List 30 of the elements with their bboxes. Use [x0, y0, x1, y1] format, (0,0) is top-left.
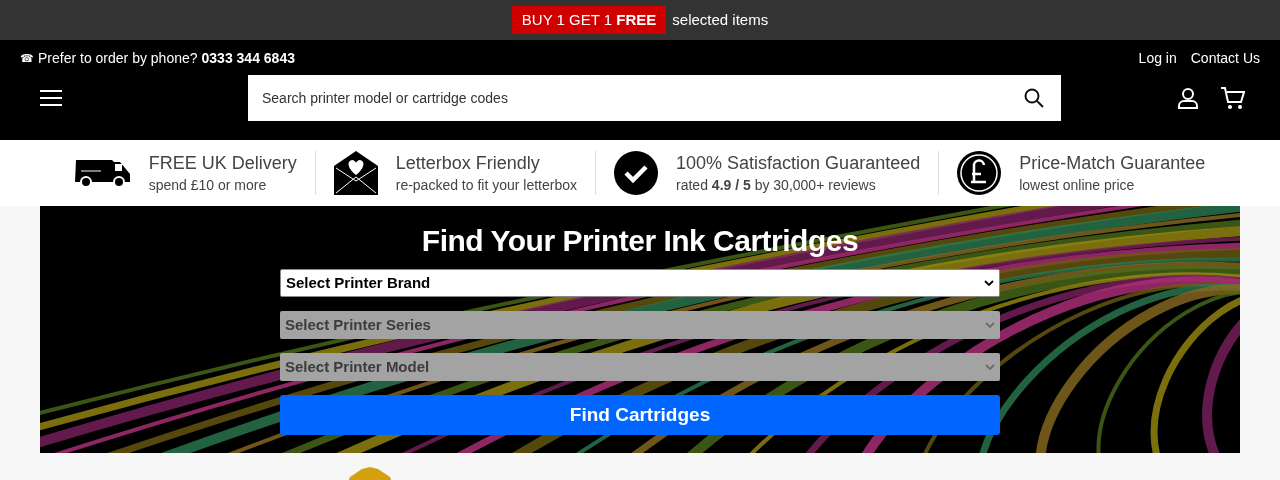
printer-dropdown[interactable]: Select Printer Brand: [280, 269, 1000, 297]
header-link[interactable]: Contact Us: [1190, 47, 1260, 69]
phone-number[interactable]: 0333 344 6843: [201, 47, 295, 69]
benefit-subtitle: spend £10 or more: [148, 176, 268, 195]
cart-icon[interactable]: [1221, 86, 1245, 110]
search-field[interactable]: Search printer model or cartridge codes: [248, 75, 1061, 121]
chevron-icon: [985, 363, 995, 371]
finder-title: Find Your Printer Ink Cartridges: [421, 223, 859, 259]
phone-label: Prefer to order by phone?: [38, 48, 198, 68]
search-icon[interactable]: [1024, 88, 1044, 108]
header-link[interactable]: Log in: [1138, 47, 1177, 69]
phone-icon: ☎: [20, 49, 34, 67]
van-icon: [74, 158, 131, 188]
promo-text: selected items: [672, 9, 769, 30]
chevron-icon: [985, 321, 995, 329]
checkmark-circle-icon: [614, 151, 659, 195]
promo-badge: BUY 1 GET 1 FREE: [511, 5, 667, 35]
benefit-title: Price-Match Guarantee: [1019, 152, 1206, 175]
benefit-title: 100% Satisfaction Guaranteed: [676, 152, 921, 175]
benefit-subtitle: lowest online price: [1019, 176, 1136, 195]
benefit-title: Letterbox Friendly: [395, 152, 541, 175]
envelope-heart-icon: [333, 151, 378, 195]
menu-icon[interactable]: [40, 90, 62, 106]
account-icon[interactable]: [1178, 87, 1198, 109]
benefit-title: FREE UK Delivery: [148, 152, 297, 175]
benefit-subtitle: rated 4.9 / 5 by 30,000+ reviews: [676, 176, 877, 195]
find-cartridges-button[interactable]: Find Cartridges: [280, 395, 1000, 435]
chevron-icon: [984, 279, 994, 287]
benefit-subtitle: re-packed to fit your letterbox: [395, 176, 578, 195]
pound-coin-icon: [957, 151, 1002, 195]
